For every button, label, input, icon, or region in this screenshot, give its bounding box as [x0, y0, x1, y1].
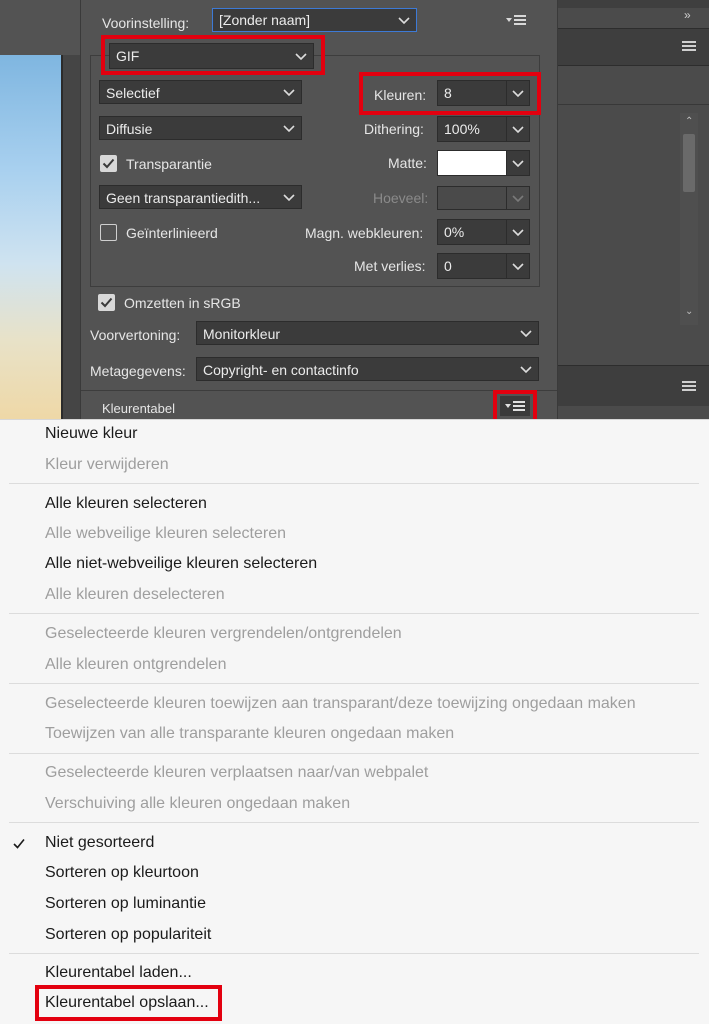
collapse-panels-icon[interactable]: » — [684, 8, 691, 22]
chevron-down-icon — [283, 194, 295, 202]
transparency-checkbox[interactable] — [100, 155, 117, 172]
chevron-down-icon — [520, 366, 532, 374]
interlaced-checkbox[interactable] — [100, 224, 117, 241]
web-snap-dropdown-button[interactable] — [506, 219, 530, 245]
menu-item-select-web-safe: Alle webveilige kleuren selecteren — [45, 525, 287, 542]
menu-item-delete-color: Kleur verwijderen — [45, 456, 169, 473]
color-reduction-select[interactable]: Selectief — [99, 80, 302, 104]
chevron-down-icon — [512, 160, 524, 168]
transparency-dither-value: Geen transparantiedith... — [106, 190, 261, 206]
menu-item-select-all-colors[interactable]: Alle kleuren selecteren — [45, 495, 207, 513]
web-snap-label: Magn. webkleuren: — [305, 225, 424, 241]
menu-item-unshift-all: Verschuiving alle kleuren ongedaan maken — [45, 795, 351, 812]
checkmark-icon — [102, 158, 115, 169]
menu-item-map-transparent: Geselecteerde kleuren toewijzen aan tran… — [45, 695, 636, 712]
dithering-value: 100% — [444, 121, 480, 137]
amount-field — [437, 186, 507, 210]
dithering-field[interactable]: 100% — [437, 116, 507, 142]
dithering-dropdown-button[interactable] — [506, 116, 530, 142]
menu-separator — [9, 953, 699, 954]
menu-item-unmap-transparent: Toewijzen van alle transparante kleuren … — [45, 725, 455, 742]
metadata-select[interactable]: Copyright- en contactinfo — [196, 357, 539, 381]
matte-label: Matte: — [388, 155, 427, 171]
menu-separator — [9, 683, 699, 684]
menu-separator — [9, 613, 699, 614]
chevron-down-icon — [398, 17, 410, 25]
menu-item-shift-web-palette: Geselecteerde kleuren verplaatsen naar/v… — [45, 764, 429, 781]
lossy-value: 0 — [444, 258, 452, 274]
dither-method-value: Diffusie — [106, 121, 153, 137]
panel-menu-icon[interactable] — [682, 40, 696, 52]
chevron-down-icon — [512, 263, 524, 271]
web-snap-value: 0% — [444, 224, 465, 240]
menu-item-unsorted[interactable]: Niet gesorteerd — [45, 834, 154, 852]
transparency-dither-select[interactable]: Geen transparantiedith... — [99, 185, 302, 209]
amount-dropdown-button — [506, 186, 530, 210]
lossy-dropdown-button[interactable] — [506, 253, 530, 279]
highlight-save-color-table — [35, 985, 222, 1021]
preset-value: [Zonder naam] — [219, 12, 311, 28]
canvas-top-bar — [0, 0, 80, 55]
menu-item-load-color-table[interactable]: Kleurentabel laden... — [45, 964, 192, 982]
right-panel-strip: » ⌃ ⌄ — [558, 0, 709, 420]
matte-dropdown-button[interactable] — [506, 150, 530, 176]
menu-item-sort-popularity[interactable]: Sorteren op populariteit — [45, 926, 211, 944]
highlight-colors — [359, 72, 541, 115]
web-snap-field[interactable]: 0% — [437, 219, 507, 245]
menu-item-unlock-all: Alle kleuren ontgrendelen — [45, 656, 227, 673]
amount-label: Hoeveel: — [373, 190, 429, 206]
menu-item-select-non-web-safe[interactable]: Alle niet-webveilige kleuren selecteren — [45, 555, 317, 573]
dithering-label: Dithering: — [364, 121, 424, 137]
lossy-label: Met verlies: — [354, 258, 426, 274]
menu-item-new-color[interactable]: Nieuwe kleur — [45, 425, 137, 443]
preview-value: Monitorkleur — [203, 326, 281, 342]
preset-menu-icon[interactable] — [506, 14, 526, 26]
checkmark-icon — [13, 838, 25, 849]
dither-method-select[interactable]: Diffusie — [99, 116, 302, 140]
lossy-field[interactable]: 0 — [437, 253, 507, 279]
preview-select[interactable]: Monitorkleur — [196, 321, 539, 345]
menu-separator — [9, 822, 699, 823]
menu-item-sort-hue[interactable]: Sorteren op kleurtoon — [45, 864, 199, 882]
color-reduction-value: Selectief — [106, 85, 160, 101]
transparency-label: Transparantie — [126, 156, 212, 172]
menu-item-deselect-all: Alle kleuren deselecteren — [45, 586, 225, 603]
preview-label: Voorvertoning: — [90, 327, 181, 343]
panel-menu-icon-2[interactable] — [682, 380, 696, 392]
highlight-format — [101, 35, 325, 75]
checkmark-icon — [100, 297, 113, 308]
panel-top-bar — [558, 0, 709, 8]
menu-item-sort-luminance[interactable]: Sorteren op luminantie — [45, 895, 206, 913]
scroll-down-icon[interactable]: ⌄ — [685, 306, 693, 317]
convert-srgb-checkbox[interactable] — [98, 294, 115, 311]
chevron-down-icon — [283, 89, 295, 97]
chevron-down-icon — [283, 125, 295, 133]
matte-color-swatch[interactable] — [437, 150, 507, 176]
image-preview — [0, 55, 63, 435]
divider — [81, 390, 557, 391]
scrollbar-thumb[interactable] — [683, 134, 695, 192]
chevron-down-icon — [512, 126, 524, 134]
menu-item-lock-selected: Geselecteerde kleuren vergrendelen/ontgr… — [45, 625, 402, 642]
interlaced-label: Geïnterlinieerd — [126, 225, 218, 241]
preset-select[interactable]: [Zonder naam] — [212, 8, 417, 32]
preset-label: Voorinstelling: — [102, 15, 190, 31]
menu-separator — [9, 483, 699, 484]
scroll-up-icon[interactable]: ⌃ — [685, 116, 693, 127]
color-table-label: Kleurentabel — [102, 401, 175, 416]
chevron-down-icon — [512, 229, 524, 237]
menu-separator — [9, 753, 699, 754]
chevron-down-icon — [512, 195, 524, 203]
metadata-value: Copyright- en contactinfo — [203, 362, 359, 378]
convert-srgb-label: Omzetten in sRGB — [124, 295, 241, 311]
chevron-down-icon — [520, 330, 532, 338]
metadata-label: Metagegevens: — [90, 363, 186, 379]
